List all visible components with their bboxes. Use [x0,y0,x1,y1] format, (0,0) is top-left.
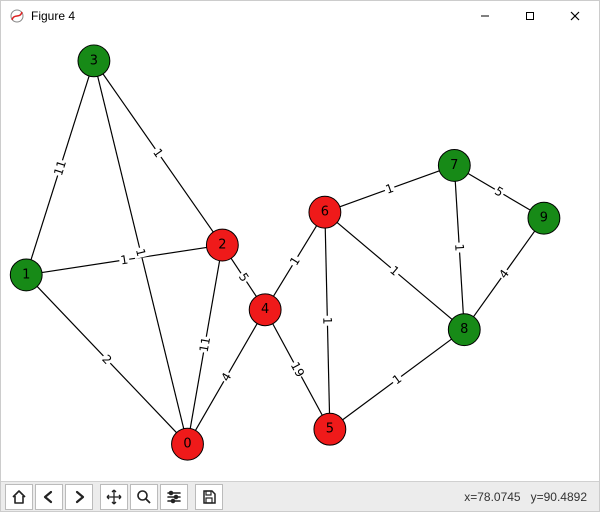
configure-subplots-button[interactable] [160,484,188,510]
zoom-button[interactable] [130,484,158,510]
graph-node-label: 9 [540,211,548,226]
graph-node-label: 6 [321,205,329,220]
save-button[interactable] [195,484,223,510]
home-button[interactable] [5,484,33,510]
graph-node-label: 2 [218,238,226,253]
close-button[interactable] [552,1,597,31]
edge-weight-label: 11 [197,336,213,353]
edge-weight-label: 1 [452,243,466,251]
graph-node-label: 0 [183,437,191,452]
edge-weight-label: 11 [51,159,69,178]
graph-node-label: 4 [261,302,269,317]
graph-node-label: 8 [460,322,468,337]
graph-plot: 211141111519111111540123456789 [1,31,599,481]
pan-button[interactable] [100,484,128,510]
back-button[interactable] [35,484,63,510]
cursor-coordinates: x=78.0745 y=90.4892 [464,490,595,504]
app-icon [9,8,25,24]
titlebar: Figure 4 [1,1,599,31]
maximize-button[interactable] [507,1,552,31]
minimize-button[interactable] [462,1,507,31]
forward-button[interactable] [65,484,93,510]
graph-node-label: 5 [326,422,334,437]
window-title: Figure 4 [31,9,75,23]
graph-node-label: 7 [450,158,458,173]
edge-weight-label: 1 [320,317,334,325]
edge-weight-label: 19 [288,359,308,379]
graph-node-label: 3 [90,53,98,68]
figure-canvas[interactable]: 211141111519111111540123456789 [1,31,599,481]
nav-toolbar: x=78.0745 y=90.4892 [1,481,599,511]
graph-node-label: 1 [22,267,30,282]
